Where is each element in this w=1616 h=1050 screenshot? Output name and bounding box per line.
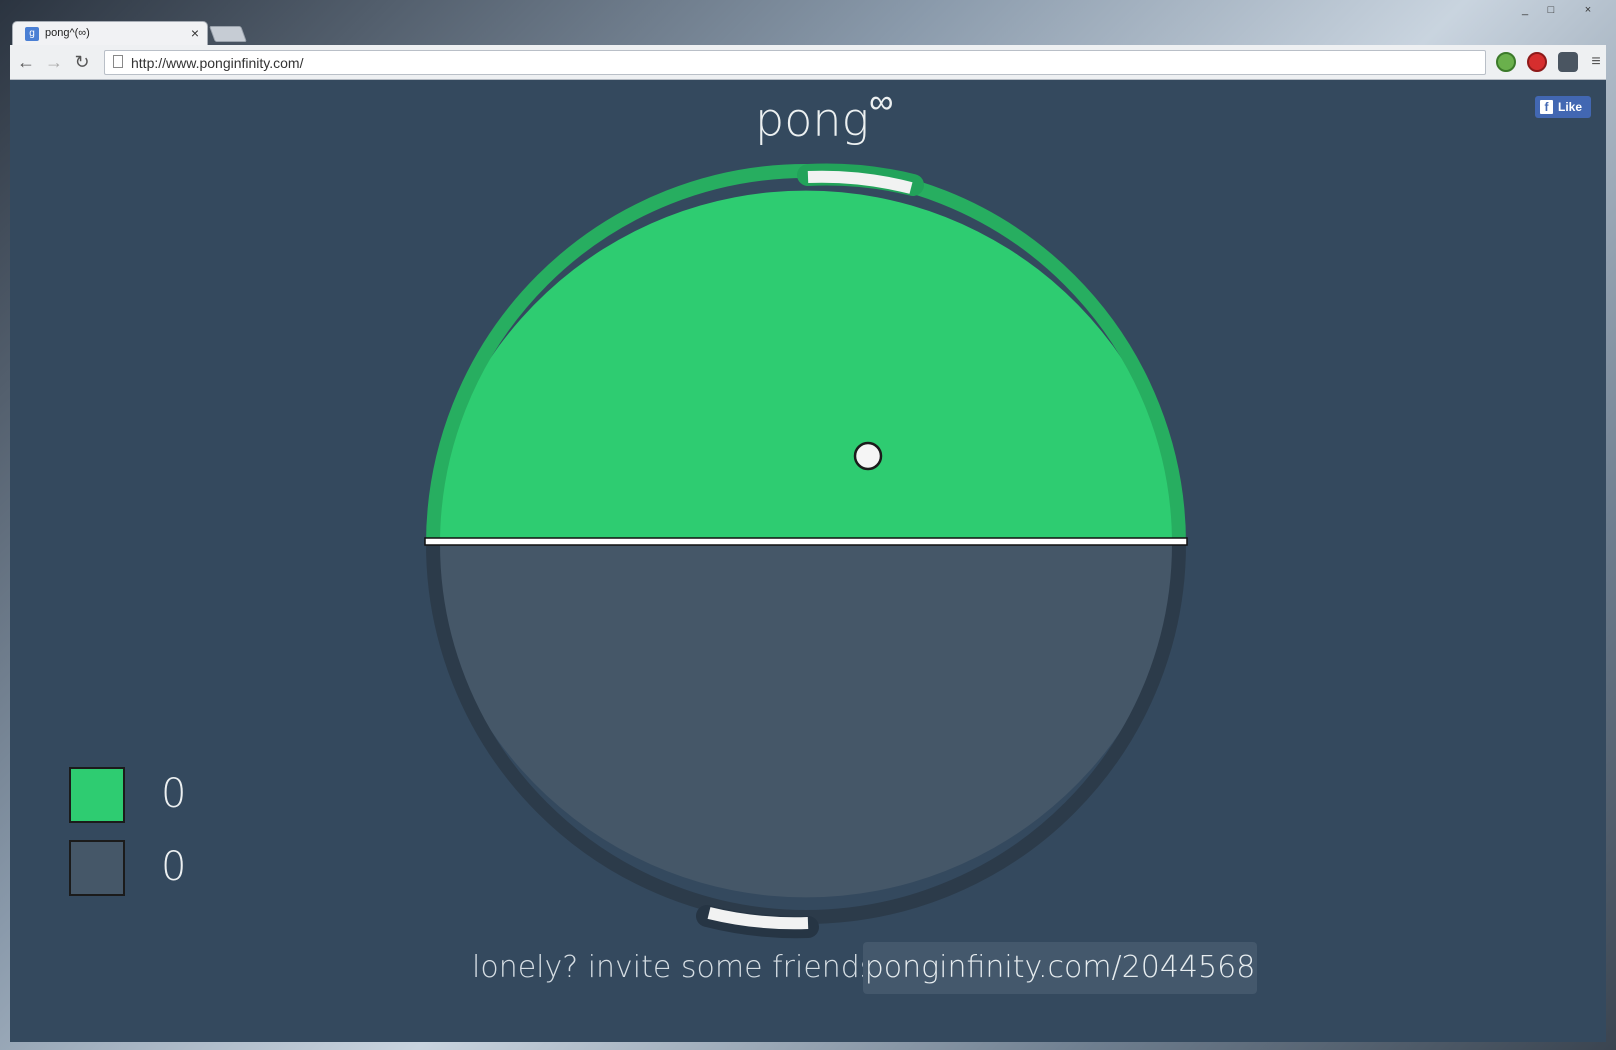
invite-prompt: lonely? invite some friends [472, 950, 876, 985]
page-viewport: pong∞ f Like 0 0 lonely? invite some fri… [10, 80, 1606, 1042]
browser-tab-active[interactable]: g pong^(∞) × [12, 21, 208, 46]
google-favicon-icon: g [25, 27, 39, 41]
score-gray-row: 0 [69, 840, 269, 900]
gray-team-swatch [69, 840, 125, 896]
address-bar[interactable]: http://www.ponginfinity.com/ [104, 50, 1486, 75]
center-divider [424, 537, 1188, 546]
green-score: 0 [161, 771, 187, 817]
tab-title: pong^(∞) [45, 27, 90, 39]
invite-link[interactable]: ponginfinity.com/2044568 [863, 942, 1257, 994]
green-half-field [426, 190, 1186, 544]
pocket-icon[interactable] [1558, 52, 1578, 72]
browser-toolbar: ← → ↻ http://www.ponginfinity.com/ ≡ [10, 45, 1606, 80]
forward-icon[interactable]: → [42, 51, 66, 73]
extension-stop-icon[interactable] [1527, 52, 1547, 72]
menu-icon[interactable]: ≡ [1584, 51, 1608, 73]
score-green-row: 0 [69, 767, 269, 827]
new-tab-button[interactable] [209, 26, 247, 42]
close-window-button[interactable]: × [1575, 2, 1601, 18]
extension-refresh-icon[interactable] [1496, 52, 1516, 72]
back-icon[interactable]: ← [14, 51, 38, 73]
minimize-button[interactable]: _ [1512, 2, 1538, 18]
ball [853, 441, 883, 471]
gray-score: 0 [161, 844, 187, 890]
maximize-button[interactable]: □ [1538, 2, 1564, 18]
gray-half-field [426, 544, 1186, 898]
tab-close-icon[interactable]: × [191, 25, 199, 41]
reload-icon[interactable]: ↻ [70, 51, 94, 73]
page-icon [113, 55, 123, 68]
url-text: http://www.ponginfinity.com/ [131, 55, 304, 71]
green-team-swatch [69, 767, 125, 823]
